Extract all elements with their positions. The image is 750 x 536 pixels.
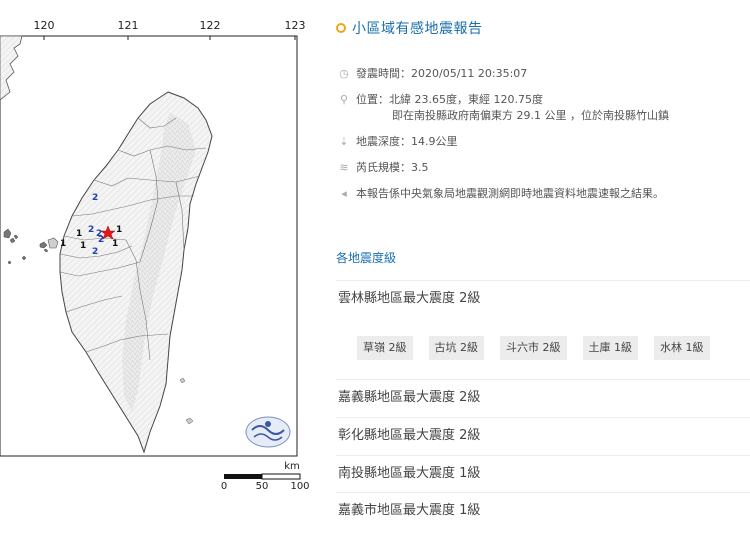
station-chip: 土庫 1級 <box>582 336 638 360</box>
intensity-label: 1 <box>80 241 86 251</box>
magnitude-text: 芮氏規模：3.5 <box>356 161 429 174</box>
clock-icon: ◷ <box>339 67 349 80</box>
intensity-label: 1 <box>60 239 66 249</box>
intensity-label: 2 <box>92 247 98 257</box>
info-magnitude: ≋ 芮氏規模：3.5 <box>336 160 750 176</box>
county-yunlin[interactable]: 雲林縣地區最大震度 2級 <box>336 280 750 317</box>
scale-tick-50: 50 <box>255 481 269 492</box>
station-chip: 斗六市 2級 <box>500 336 567 360</box>
location-line-2: 即在南投縣政府南偏東方 29.1 公里 ，位於南投縣竹山鎮 <box>392 109 669 122</box>
arrow-down-icon: ⇣ <box>339 135 349 148</box>
intensity-label: 1 <box>116 225 122 235</box>
intensity-label: 1 <box>112 239 118 249</box>
info-time: ◷ 發震時間：2020/05/11 20:35:07 <box>336 66 750 82</box>
county-chiayi-city[interactable]: 嘉義市地區最大震度 1級 <box>336 492 750 529</box>
county-label: 雲林縣地區最大震度 2級 <box>338 291 481 306</box>
map-canvas: 2 2 1 2 2 1 1 2 1 1 <box>0 35 301 480</box>
earthquake-report: 小區域有感地震報告 ◷ 發震時間：2020/05/11 20:35:07 ⚲ 位… <box>336 0 750 536</box>
intensity-label: 2 <box>98 235 104 245</box>
yunlin-stations: 草嶺 2級 古坑 2級 斗六市 2級 土庫 1級 水林 1級 <box>357 336 726 360</box>
depth-text: 地震深度：14.9公里 <box>356 135 458 148</box>
scale-tick-100: 100 <box>290 481 310 492</box>
county-chiayi[interactable]: 嘉義縣地區最大震度 2級 <box>336 379 750 416</box>
report-info: ◷ 發震時間：2020/05/11 20:35:07 ⚲ 位置：北緯 23.65… <box>336 66 750 212</box>
time-text: 發震時間：2020/05/11 20:35:07 <box>356 67 528 80</box>
info-note: ◂ 本報告係中央氣象局地震觀測網即時地震資料地震速報之結果。 <box>336 186 750 202</box>
wave-icon: ≋ <box>339 161 349 174</box>
county-label: 嘉義縣地區最大震度 2級 <box>338 390 481 405</box>
circle-bullet-icon <box>336 23 346 33</box>
info-location: ⚲ 位置：北緯 23.65度，東經 120.75度 即在南投縣政府南偏東方 29… <box>336 92 750 124</box>
intensity-label: 1 <box>76 229 82 239</box>
cwb-logo-icon <box>245 416 291 448</box>
info-depth: ⇣ 地震深度：14.9公里 <box>336 134 750 150</box>
report-title: 小區域有感地震報告 <box>352 21 483 37</box>
intensity-label: 2 <box>88 225 94 235</box>
location-line-1: 位置：北緯 23.65度，東經 120.75度 <box>356 93 543 106</box>
county-changhua[interactable]: 彰化縣地區最大震度 2級 <box>336 417 750 454</box>
pin-icon: ⚲ <box>339 93 349 106</box>
scale-tick-0: 0 <box>220 481 228 492</box>
report-title-row: 小區域有感地震報告 <box>336 18 483 38</box>
earthquake-map: 120 121 122 123 2 2 1 2 2 1 1 2 1 1 km 0… <box>0 0 320 536</box>
county-label: 南投縣地區最大震度 1級 <box>338 466 481 481</box>
megaphone-icon: ◂ <box>341 187 347 200</box>
station-chip: 古坑 2級 <box>428 336 484 360</box>
intensity-section-link[interactable]: 各地震度級 <box>336 249 396 266</box>
county-nantou[interactable]: 南投縣地區最大震度 1級 <box>336 455 750 492</box>
county-label: 嘉義市地區最大震度 1級 <box>338 503 481 518</box>
note-text: 本報告係中央氣象局地震觀測網即時地震資料地震速報之結果。 <box>356 187 664 200</box>
scale-bar <box>224 473 301 480</box>
intensity-label: 2 <box>92 193 98 203</box>
scale-unit: km <box>284 461 300 472</box>
station-chip: 草嶺 2級 <box>357 336 413 360</box>
county-label: 彰化縣地區最大震度 2級 <box>338 428 481 443</box>
station-chip: 水林 1級 <box>654 336 710 360</box>
